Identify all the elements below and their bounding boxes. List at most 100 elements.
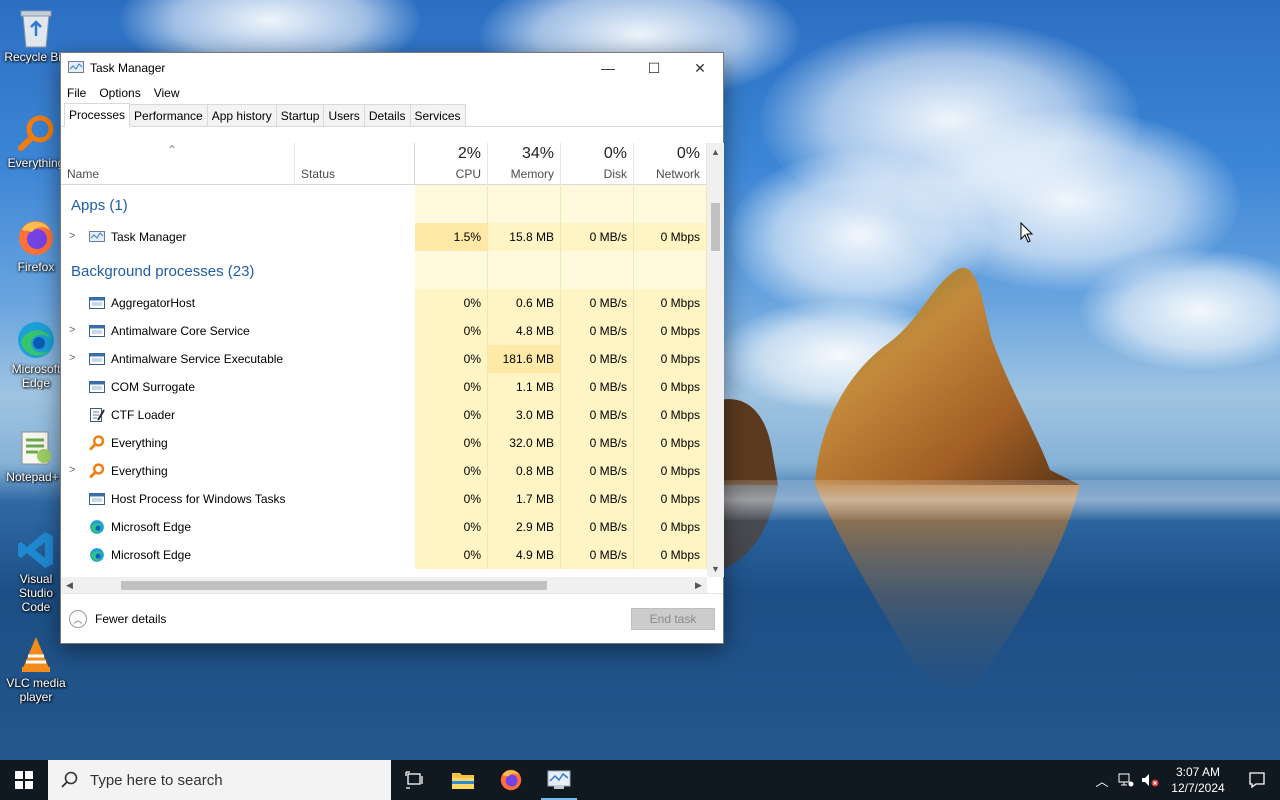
process-row[interactable]: Microsoft Edge 0% 4.9 MB 0 MB/s 0 Mbps (61, 541, 707, 569)
menu-view[interactable]: View (154, 86, 180, 100)
memory-cell: 15.8 MB (488, 223, 561, 251)
tab-details[interactable]: Details (363, 104, 411, 126)
firefox-taskbar-button[interactable] (487, 760, 535, 800)
process-row[interactable]: CTF Loader 0% 3.0 MB 0 MB/s 0 Mbps (61, 401, 707, 429)
memory-cell: 0.6 MB (488, 289, 561, 317)
notification-icon (1249, 772, 1265, 789)
column-header-disk[interactable]: 0% Disk (561, 143, 634, 185)
volume-muted-icon[interactable] (1138, 773, 1162, 787)
column-label: Memory (510, 167, 554, 181)
cpu-cell: 0% (415, 289, 488, 317)
edge-icon (14, 318, 58, 362)
task-manager-taskbar-button[interactable] (535, 760, 583, 800)
disk-cell: 0 MB/s (561, 401, 634, 429)
tab-app-history[interactable]: App history (206, 104, 277, 126)
firefox-icon (14, 216, 58, 260)
chevron-up-icon[interactable]: ︿ (1090, 771, 1114, 790)
clock-time: 3:07 AM (1175, 765, 1221, 779)
disk-cell: 0 MB/s (561, 541, 634, 569)
process-row[interactable]: > Antimalware Service Executable 0% 181.6 M… (61, 345, 707, 373)
task-view-button[interactable] (391, 760, 439, 800)
notepadpp-icon (14, 426, 58, 470)
cpu-cell: 0% (415, 541, 488, 569)
cpu-cell: 0% (415, 513, 488, 541)
end-task-button[interactable]: End task (631, 608, 715, 630)
tab-services[interactable]: Services (409, 104, 466, 126)
network-icon[interactable] (1114, 773, 1138, 787)
minimize-button[interactable]: — (585, 53, 631, 83)
scroll-down-icon[interactable]: ▼ (707, 560, 724, 577)
task-manager-icon (68, 61, 84, 73)
process-row[interactable]: Microsoft Edge 0% 2.9 MB 0 MB/s 0 Mbps (61, 513, 707, 541)
process-name: COM Surrogate (111, 380, 196, 394)
tab-users[interactable]: Users (323, 104, 365, 126)
empty-cell (415, 251, 488, 289)
process-row[interactable]: > Antimalware Core Service 0% 4.8 MB 0 MB/s 0… (61, 317, 707, 345)
network-cell: 0 Mbps (634, 541, 707, 569)
process-row[interactable]: Host Process for Windows Tasks 0% 1.7 MB 0 … (61, 485, 707, 513)
process-row[interactable]: > Task Manager 1.5% 15.8 MB 0 MB/s 0 Mbps (61, 223, 707, 251)
fewer-details-button[interactable]: ︿ Fewer details (69, 610, 166, 628)
file-explorer-button[interactable] (439, 760, 487, 800)
maximize-button[interactable]: ☐ (631, 53, 677, 83)
expand-chevron-icon[interactable]: > (69, 230, 75, 242)
menu-file[interactable]: File (67, 86, 86, 100)
scroll-left-icon[interactable]: ◀ (61, 577, 78, 594)
disk-cell: 0 MB/s (561, 223, 634, 251)
process-row[interactable]: Everything 0% 32.0 MB 0 MB/s 0 Mbps (61, 429, 707, 457)
cpu-cell: 0% (415, 317, 488, 345)
disk-cell: 0 MB/s (561, 317, 634, 345)
taskbar-search-box[interactable]: Type here to search (48, 760, 391, 800)
disk-cell: 0 MB/s (561, 373, 634, 401)
column-header-name[interactable]: ⌃ Name (61, 143, 295, 185)
cpu-cell: 0% (415, 373, 488, 401)
vlc-icon (14, 632, 58, 676)
network-cell: 0 Mbps (634, 429, 707, 457)
title-bar[interactable]: Task Manager — ☐ ✕ (61, 53, 723, 83)
network-cell: 0 Mbps (634, 513, 707, 541)
process-name: Antimalware Core Service (111, 324, 250, 338)
tab-strip: Processes Performance App history Startu… (61, 103, 723, 127)
memory-cell: 181.6 MB (488, 345, 561, 373)
shoreline (720, 480, 1280, 520)
column-header-network[interactable]: 0% Network (634, 143, 707, 185)
process-row[interactable]: AggregatorHost 0% 0.6 MB 0 MB/s 0 Mbps (61, 289, 707, 317)
expand-chevron-icon[interactable]: > (69, 324, 75, 336)
process-row[interactable]: > Everything 0% 0.8 MB 0 MB/s 0 Mbps (61, 457, 707, 485)
horizontal-scrollbar[interactable]: ◀ ▶ (61, 577, 707, 594)
process-grid: ⌃ Name Status 2% CPU 34% Memory 0% Disk … (61, 143, 707, 577)
scroll-up-icon[interactable]: ▲ (707, 143, 724, 160)
task-manager-icon (89, 229, 105, 245)
expand-chevron-icon[interactable]: > (69, 464, 75, 476)
expand-chevron-icon[interactable]: > (69, 352, 75, 364)
scroll-right-icon[interactable]: ▶ (690, 577, 707, 594)
vertical-scrollbar[interactable]: ▲ ▼ (707, 143, 724, 577)
process-name: AggregatorHost (111, 296, 196, 310)
menu-options[interactable]: Options (99, 86, 140, 100)
memory-cell: 4.8 MB (488, 317, 561, 345)
process-row[interactable]: COM Surrogate 0% 1.1 MB 0 MB/s 0 Mbps (61, 373, 707, 401)
close-button[interactable]: ✕ (677, 53, 723, 83)
column-label: Network (655, 167, 700, 181)
tab-processes[interactable]: Processes (64, 103, 131, 127)
tab-performance[interactable]: Performance (129, 104, 208, 126)
scroll-thumb[interactable] (711, 203, 720, 251)
disk-cell: 0 MB/s (561, 457, 634, 485)
tab-startup[interactable]: Startup (275, 104, 325, 126)
edge-icon (89, 547, 105, 563)
memory-cell: 3.0 MB (488, 401, 561, 429)
column-header-cpu[interactable]: 2% CPU (415, 143, 488, 185)
window-app-icon (89, 323, 105, 339)
scroll-thumb[interactable] (121, 581, 547, 590)
action-center-button[interactable] (1234, 771, 1280, 789)
taskbar-clock[interactable]: 3:07 AM 12/7/2024 (1162, 764, 1234, 796)
column-header-status[interactable]: Status (295, 143, 415, 185)
memory-cell: 2.9 MB (488, 513, 561, 541)
empty-cell (634, 185, 707, 223)
start-button[interactable] (0, 760, 48, 800)
column-header-memory[interactable]: 34% Memory (488, 143, 561, 185)
network-cell: 0 Mbps (634, 317, 707, 345)
everything-icon (14, 112, 58, 156)
empty-cell (488, 185, 561, 223)
process-name: Everything (111, 464, 168, 478)
